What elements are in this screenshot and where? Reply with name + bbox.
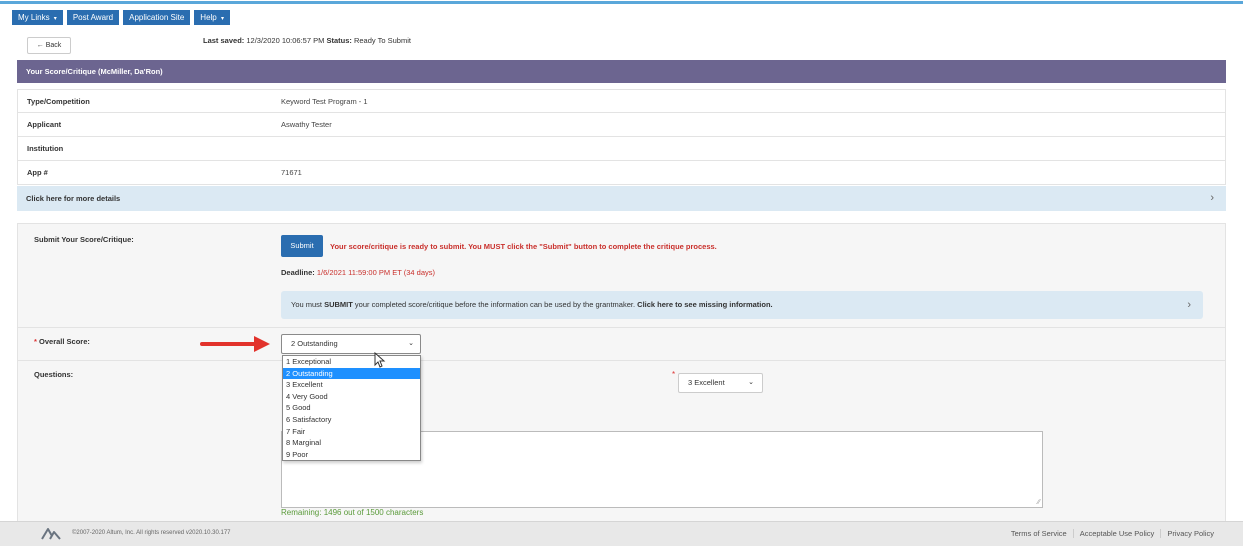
save-status: Last saved: 12/3/2020 10:06:57 PM Status…: [203, 36, 411, 45]
score-option[interactable]: 7 Fair: [283, 426, 420, 438]
altum-logo-icon: [41, 528, 61, 540]
nav-label: Help: [200, 13, 217, 22]
score-option[interactable]: 8 Marginal: [283, 437, 420, 449]
more-details-label: Click here for more details: [26, 194, 121, 203]
footer: ©2007-2020 Altum, Inc. All rights reserv…: [0, 521, 1243, 546]
copyright-text: ©2007-2020 Altum, Inc. All rights reserv…: [72, 530, 231, 536]
nav-label: Post Award: [72, 13, 114, 22]
score-option[interactable]: 6 Satisfactory: [283, 414, 420, 426]
acceptable-use-link[interactable]: Acceptable Use Policy: [1072, 529, 1161, 538]
info-value: 71671: [281, 168, 302, 177]
terms-of-service-link[interactable]: Terms of Service: [1005, 529, 1073, 538]
question-score-select[interactable]: 3 Excellent ⌄: [678, 373, 763, 393]
mouse-cursor-icon: [374, 352, 386, 368]
deadline-label: Deadline:: [281, 268, 315, 277]
nav-application-site[interactable]: Application Site: [123, 10, 191, 25]
panel-title: Your Score/Critique (McMiller, Da'Ron): [17, 60, 1226, 83]
score-option[interactable]: 5 Good: [283, 402, 420, 414]
overall-score-options: 1 Exceptional 2 Outstanding 3 Excellent …: [282, 355, 421, 462]
remaining-characters: Remaining: 1496 out of 1500 characters: [281, 508, 424, 517]
annotation-arrow-icon: [200, 336, 270, 352]
caret-down-icon: ▾: [220, 16, 224, 22]
select-value: 2 Outstanding: [291, 339, 338, 348]
submit-button[interactable]: Submit: [281, 235, 323, 257]
notice-text: your completed score/critique before the…: [352, 300, 638, 309]
last-saved-label: Last saved:: [203, 36, 245, 45]
info-row-applicant: Applicant Aswathy Tester: [17, 113, 1226, 137]
nav-label: Application Site: [129, 13, 185, 22]
info-label: Applicant: [27, 120, 62, 129]
missing-info-notice[interactable]: You must SUBMIT your completed score/cri…: [281, 291, 1203, 319]
info-row-institution: Institution: [17, 137, 1226, 161]
back-label: Back: [45, 42, 62, 49]
nav-my-links[interactable]: My Links ▾: [12, 10, 63, 25]
caret-down-icon: ▾: [53, 16, 57, 22]
resize-handle-icon[interactable]: ∕∕: [1038, 499, 1040, 506]
nav-help[interactable]: Help ▾: [194, 10, 230, 25]
ready-message: Your score/critique is ready to submit. …: [330, 242, 717, 251]
divider: [18, 327, 1225, 328]
score-option-selected[interactable]: 2 Outstanding: [283, 367, 420, 380]
nav-label: My Links: [18, 13, 50, 22]
questions-label: Questions:: [34, 370, 74, 379]
status-label: Status:: [326, 36, 352, 45]
info-row-type: Type/Competition Keyword Test Program - …: [17, 89, 1226, 113]
info-label: Type/Competition: [27, 96, 90, 106]
back-button[interactable]: ← Back: [27, 37, 71, 54]
chevron-right-icon: ›: [1210, 192, 1214, 204]
arrow-left-icon: ←: [36, 42, 44, 49]
footer-links: Terms of Service Acceptable Use Policy P…: [1005, 529, 1220, 538]
score-option[interactable]: 3 Excellent: [283, 379, 420, 391]
required-mark: *: [672, 370, 676, 379]
notice-text: You must: [291, 300, 325, 309]
nav-post-award[interactable]: Post Award: [66, 10, 120, 25]
info-value: Keyword Test Program - 1: [281, 96, 368, 106]
info-table: Type/Competition Keyword Test Program - …: [17, 89, 1226, 185]
deadline-value: 1/6/2021 11:59:00 PM ET (34 days): [316, 268, 435, 277]
chevron-right-icon: ›: [1187, 299, 1191, 311]
privacy-policy-link[interactable]: Privacy Policy: [1160, 529, 1220, 538]
chevron-down-icon: ⌄: [748, 379, 754, 386]
info-value: Aswathy Tester: [281, 120, 332, 129]
score-option[interactable]: 1 Exceptional: [283, 356, 420, 368]
label-text: Overall Score:: [39, 337, 90, 346]
score-option[interactable]: 9 Poor: [283, 449, 420, 461]
submit-section-label: Submit Your Score/Critique:: [34, 235, 134, 244]
overall-score-select[interactable]: 2 Outstanding ⌄: [281, 334, 421, 354]
overall-score-label: * Overall Score:: [34, 337, 90, 346]
info-row-app-number: App # 71671: [17, 161, 1226, 185]
status-value: Ready To Submit: [353, 36, 411, 45]
score-option[interactable]: 4 Very Good: [283, 391, 420, 403]
deadline: Deadline: 1/6/2021 11:59:00 PM ET (34 da…: [281, 268, 435, 277]
info-label: App #: [27, 168, 48, 177]
select-value: 3 Excellent: [688, 378, 725, 387]
missing-info-link[interactable]: Click here to see missing information.: [637, 300, 772, 309]
top-nav: My Links ▾ Post Award Application Site H…: [12, 10, 234, 25]
last-saved-value: 12/3/2020 10:06:57 PM: [246, 36, 325, 45]
info-label: Institution: [27, 144, 64, 153]
critique-form: Submit Your Score/Critique: Submit Your …: [17, 223, 1226, 523]
required-mark: *: [34, 337, 37, 346]
divider: [18, 360, 1225, 361]
top-accent-bar: [0, 0, 1243, 4]
notice-bold: SUBMIT: [324, 300, 353, 309]
more-details-link[interactable]: Click here for more details ›: [17, 186, 1226, 211]
chevron-down-icon: ⌄: [408, 340, 414, 347]
